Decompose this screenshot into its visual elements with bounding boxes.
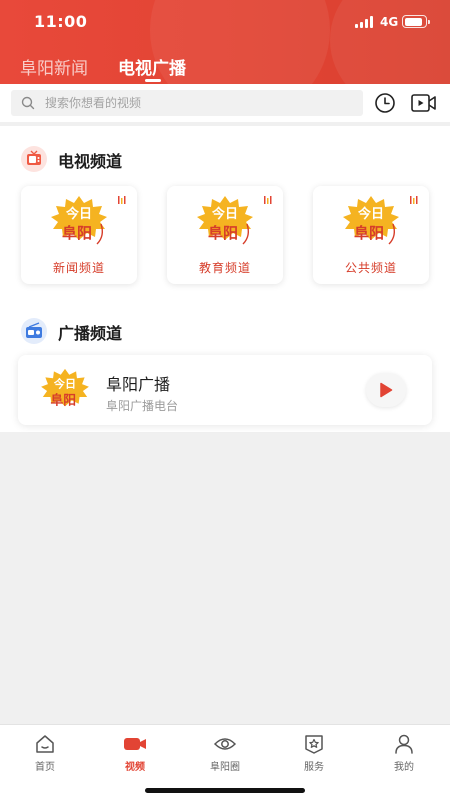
top-tab-bar: 阜阳新闻 电视广播: [0, 50, 450, 84]
channel-list-panel: 电视频道 今日 阜阳 新闻频道 今日 阜阳 教育频道 今日 阜阳 公共频道 广播…: [0, 126, 450, 432]
signal-icon: [355, 16, 375, 28]
logo-line2: 阜阳: [62, 224, 92, 242]
channel-card-news[interactable]: 今日 阜阳 新闻频道: [21, 186, 137, 284]
nav-label: 首页: [35, 762, 55, 773]
nav-label: 服务: [304, 762, 324, 773]
home-icon: [36, 735, 54, 753]
tv-section-title: 电视频道: [58, 152, 123, 171]
play-icon: [380, 382, 393, 398]
network-type: 4G: [380, 15, 399, 29]
nav-me[interactable]: 我的: [369, 733, 439, 773]
tv-icon: [21, 146, 47, 172]
search-box[interactable]: [11, 90, 363, 116]
logo-line1: 今日: [65, 206, 92, 222]
search-icon: [21, 96, 35, 110]
history-clock-icon[interactable]: [374, 92, 396, 114]
video-upload-icon[interactable]: [411, 93, 437, 113]
nav-label: 我的: [394, 762, 414, 773]
channel-card-public[interactable]: 今日 阜阳 公共频道: [313, 186, 429, 284]
logo-line2: 阜阳: [51, 393, 77, 409]
channel-card-education[interactable]: 今日 阜阳 教育频道: [167, 186, 283, 284]
logo-line1: 今日: [211, 206, 238, 222]
tab-fuyang-news[interactable]: 阜阳新闻: [20, 54, 88, 79]
jinri-fuyang-logo-icon: 今日 阜阳: [51, 196, 107, 245]
radio-station-name: 阜阳广播: [106, 375, 171, 394]
active-tab-indicator: [145, 79, 161, 82]
channel-name: 教育频道: [198, 261, 251, 275]
channel-logo: 今日 阜阳: [45, 194, 113, 254]
logo-mark-icon: [264, 196, 272, 204]
logo-line1: 今日: [357, 206, 384, 222]
nav-service[interactable]: 服务: [279, 733, 349, 773]
nav-home[interactable]: 首页: [10, 733, 80, 773]
jinri-fuyang-logo-icon: 今日 阜阳: [41, 368, 89, 409]
channel-name: 新闻频道: [52, 261, 105, 275]
nav-video[interactable]: 视频: [100, 733, 170, 773]
logo-line2: 阜阳: [208, 224, 238, 242]
jinri-fuyang-logo-icon: 今日 阜阳: [343, 196, 399, 245]
radio-logo: 今日 阜阳: [36, 367, 94, 419]
service-star-icon: [305, 735, 323, 754]
nav-fuyang-circle[interactable]: 阜阳圈: [190, 733, 260, 773]
video-camera-icon: [124, 738, 146, 750]
channel-name: 公共频道: [344, 261, 397, 275]
logo-line1: 今日: [53, 377, 76, 391]
channel-logo: 今日 阜阳: [337, 194, 405, 254]
battery-icon: [402, 15, 430, 28]
logo-mark-icon: [410, 196, 418, 204]
logo-line2: 阜阳: [354, 224, 384, 242]
jinri-fuyang-logo-icon: 今日 阜阳: [197, 196, 253, 245]
home-indicator: [145, 788, 305, 793]
app-header: 11:00 4G 阜阳新闻 电视广播: [0, 0, 450, 84]
nav-label: 视频: [125, 762, 145, 773]
logo-mark-icon: [118, 196, 126, 204]
eye-icon: [213, 738, 237, 750]
person-icon: [395, 734, 413, 754]
radio-station-card[interactable]: 今日 阜阳 阜阳广播 阜阳广播电台: [18, 355, 432, 425]
channel-logo: 今日 阜阳: [191, 194, 259, 254]
tab-tv-radio[interactable]: 电视广播: [118, 54, 186, 79]
search-row: [0, 84, 450, 122]
radio-section-title: 广播频道: [58, 324, 123, 343]
status-bar: 11:00 4G: [0, 0, 450, 44]
radio-station-subtitle: 阜阳广播电台: [106, 399, 179, 413]
radio-icon: [21, 318, 47, 344]
nav-label: 阜阳圈: [210, 762, 240, 773]
play-button[interactable]: [366, 373, 406, 407]
search-input[interactable]: [45, 90, 355, 116]
status-time: 11:00: [34, 12, 88, 31]
